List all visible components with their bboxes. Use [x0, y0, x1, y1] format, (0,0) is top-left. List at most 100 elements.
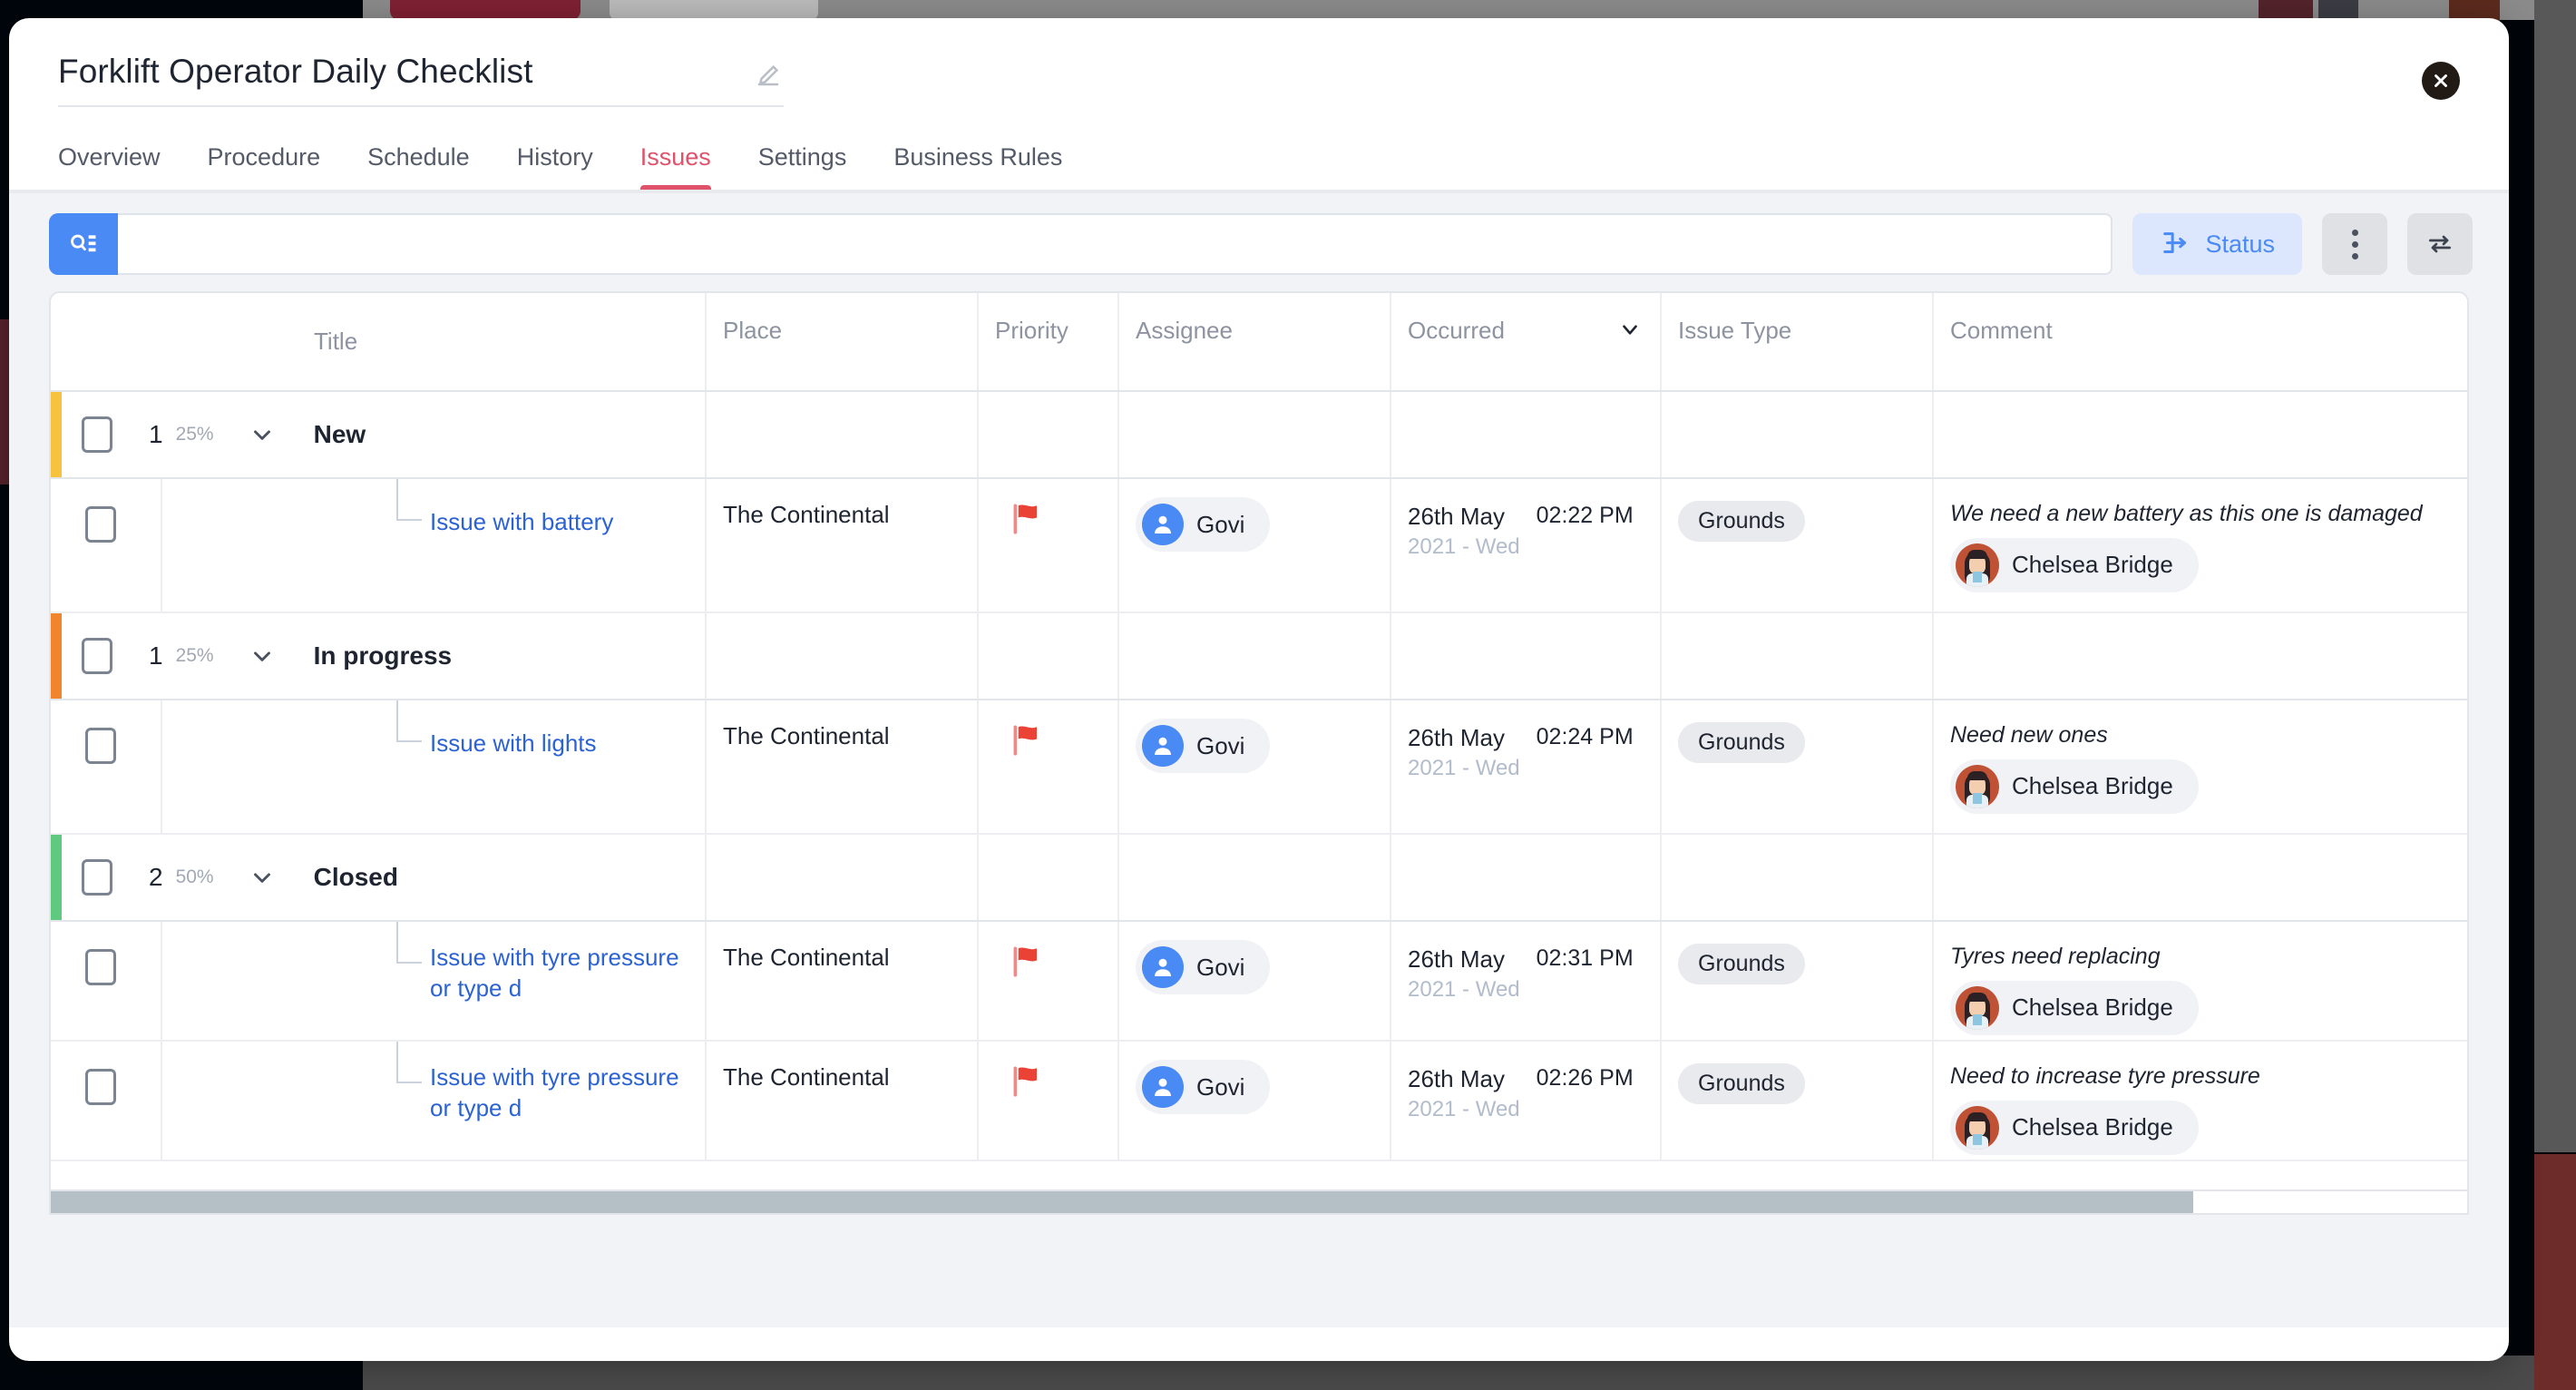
row-select-cell: [62, 1041, 162, 1161]
tree-connector: [396, 922, 398, 964]
row-title-cell: Issue with battery: [161, 478, 707, 613]
assignee-chip[interactable]: Govi: [1136, 497, 1271, 552]
group-collapse-chevron-icon[interactable]: [249, 642, 276, 670]
tab-history[interactable]: History: [493, 143, 617, 191]
group-place-cell: [706, 612, 979, 700]
assignee-chip[interactable]: Govi: [1136, 940, 1271, 994]
group-percent: 50%: [175, 866, 214, 887]
header-place[interactable]: Place: [706, 293, 979, 392]
more-options-button[interactable]: [2322, 213, 2387, 275]
header-title[interactable]: Title: [62, 293, 707, 392]
row-select-cell: [62, 921, 162, 1042]
comment-author-chip[interactable]: Chelsea Bridge: [1950, 759, 2199, 814]
row-select-checkbox[interactable]: [85, 728, 116, 764]
title-row: Forklift Operator Daily Checklist: [58, 53, 784, 107]
row-comment-cell: We need a new battery as this one is dam…: [1933, 478, 2467, 613]
red-flag-icon: [1013, 946, 1037, 977]
group-collapse-chevron-icon[interactable]: [249, 421, 276, 448]
group-occurred-cell: [1390, 612, 1662, 700]
row-accent-spacer: [51, 1041, 62, 1161]
assignee-chip[interactable]: Govi: [1136, 1060, 1271, 1114]
occurred-date: 26th May: [1408, 1065, 1505, 1092]
status-filter-button[interactable]: Status: [2132, 213, 2302, 275]
comment-author-name: Chelsea Bridge: [2012, 994, 2173, 1021]
issues-toolbar: Status: [9, 191, 2509, 291]
tree-elbow: [396, 740, 422, 742]
swap-arrows-icon: [2429, 235, 2451, 253]
tab-overview[interactable]: Overview: [58, 143, 184, 191]
occurred-time: 02:31 PM: [1536, 945, 1634, 971]
header-occurred[interactable]: Occurred: [1390, 293, 1662, 392]
search-list-icon[interactable]: [49, 213, 118, 275]
tab-settings[interactable]: Settings: [735, 143, 871, 191]
group-header-row[interactable]: 1 25% New: [51, 391, 2467, 479]
assignee-name: Govi: [1196, 1072, 1245, 1101]
tab-business-rules[interactable]: Business Rules: [870, 143, 1086, 191]
group-select-checkbox[interactable]: [82, 416, 112, 453]
group-place-cell: [706, 834, 979, 922]
toggle-view-button[interactable]: [2407, 213, 2473, 275]
group-header-row[interactable]: 1 25% In progress: [51, 612, 2467, 700]
issue-detail-modal: Forklift Operator Daily Checklist Overvi…: [9, 18, 2509, 1361]
table-row[interactable]: Issue with tyre pressure or type d The C…: [51, 1041, 2467, 1161]
issue-title-link[interactable]: Issue with tyre pressure or type d: [430, 1062, 683, 1124]
occurred-time: 02:24 PM: [1536, 724, 1634, 749]
table-row[interactable]: Issue with lights The Continental Govi 2…: [51, 700, 2467, 835]
issue-title-link[interactable]: Issue with lights: [430, 728, 597, 759]
group-collapse-chevron-icon[interactable]: [249, 864, 276, 891]
place-value: The Continental: [723, 1063, 890, 1091]
header-assignee[interactable]: Assignee: [1118, 293, 1391, 392]
row-comment-cell: Need new ones Chelsea Bridge: [1933, 700, 2467, 835]
row-select-checkbox[interactable]: [85, 1069, 116, 1105]
row-select-checkbox[interactable]: [85, 506, 116, 543]
header-issue-type[interactable]: Issue Type: [1661, 293, 1934, 392]
horizontal-scrollbar[interactable]: [51, 1189, 2467, 1213]
issue-type-chip: Grounds: [1678, 501, 1805, 542]
search-input[interactable]: [118, 213, 2113, 275]
row-place-cell: The Continental: [706, 921, 979, 1042]
assignee-avatar-icon: [1142, 946, 1184, 988]
group-name: Closed: [313, 863, 398, 891]
group-comment-cell: [1933, 834, 2467, 922]
table-row[interactable]: Issue with battery The Continental Govi …: [51, 478, 2467, 613]
tree-connector: [396, 479, 398, 521]
chevron-down-icon[interactable]: [1618, 318, 1642, 345]
row-occurred-cell: 26th May 2021 - Wed 02:22 PM: [1390, 478, 1662, 613]
assignee-chip[interactable]: Govi: [1136, 719, 1271, 773]
header-comment[interactable]: Comment: [1933, 293, 2467, 392]
issue-title-link[interactable]: Issue with tyre pressure or type d: [430, 942, 683, 1004]
red-flag-icon: [1013, 725, 1037, 756]
row-place-cell: The Continental: [706, 1041, 979, 1161]
place-value: The Continental: [723, 501, 890, 528]
row-assignee-cell: Govi: [1118, 478, 1391, 613]
group-accent-bar-in-progress: [51, 612, 62, 700]
row-select-checkbox[interactable]: [85, 949, 116, 985]
group-select-checkbox[interactable]: [82, 859, 112, 896]
pencil-icon[interactable]: [753, 60, 784, 91]
row-comment-cell: Need to increase tyre pressure Chelsea B…: [1933, 1041, 2467, 1161]
tab-schedule[interactable]: Schedule: [344, 143, 493, 191]
table-footer-spacer: [49, 1215, 2469, 1235]
group-percent: 25%: [175, 645, 214, 666]
close-icon: [2435, 74, 2447, 87]
horizontal-scrollbar-thumb[interactable]: [51, 1191, 2193, 1213]
issues-table: Title Place Priority Assignee Occurred I…: [51, 293, 2467, 1161]
comment-author-chip[interactable]: Chelsea Bridge: [1950, 537, 2199, 592]
table-row[interactable]: Issue with tyre pressure or type d The C…: [51, 921, 2467, 1042]
header-accent-spacer: [51, 293, 62, 392]
header-priority[interactable]: Priority: [978, 293, 1119, 392]
group-header-row[interactable]: 2 50% Closed: [51, 834, 2467, 922]
group-select-checkbox[interactable]: [82, 638, 112, 674]
comment-author-chip[interactable]: Chelsea Bridge: [1950, 980, 2199, 1035]
comment-text: Need new ones: [1950, 722, 2108, 748]
tab-procedure[interactable]: Procedure: [184, 143, 345, 191]
tab-issues[interactable]: Issues: [617, 143, 735, 191]
row-place-cell: The Continental: [706, 478, 979, 613]
issue-title-link[interactable]: Issue with battery: [430, 506, 613, 537]
close-button[interactable]: [2422, 62, 2460, 100]
red-flag-icon: [1013, 504, 1037, 534]
group-comment-cell: [1933, 612, 2467, 700]
issue-type-chip: Grounds: [1678, 944, 1805, 984]
comment-author-chip[interactable]: Chelsea Bridge: [1950, 1100, 2199, 1155]
indent-arrow-icon: [2163, 232, 2187, 253]
